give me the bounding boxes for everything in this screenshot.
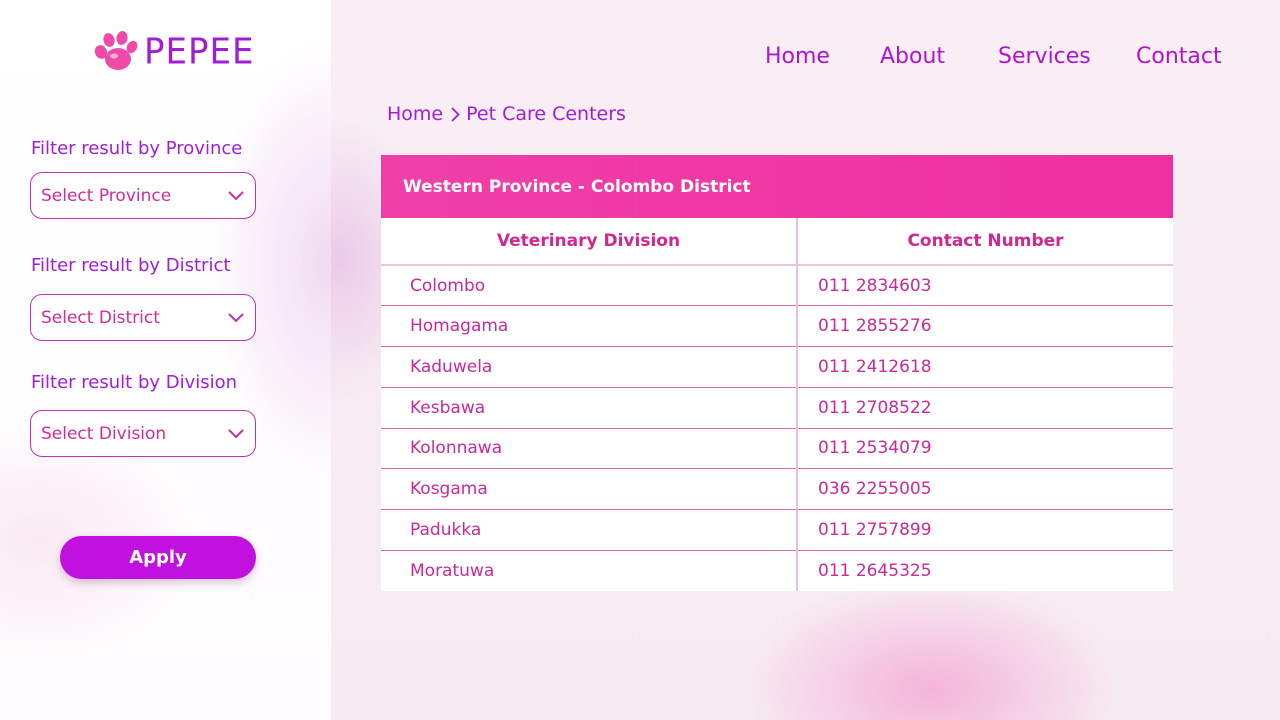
table-title: Western Province - Colombo District <box>381 155 1173 218</box>
table-header-row: Veterinary Division Contact Number <box>381 218 1173 266</box>
contact-number-cell: 011 2534079 <box>797 428 1173 470</box>
division-cell: Kosgama <box>381 468 798 510</box>
contact-number-cell: 011 2708522 <box>797 387 1173 429</box>
chevron-down-icon <box>227 309 245 327</box>
breadcrumb-home-link[interactable]: Home <box>387 103 443 125</box>
table-row: Kolonnawa 011 2534079 <box>381 428 1173 470</box>
contact-number-cell: 011 2757899 <box>797 509 1173 551</box>
contact-number-cell: 011 2834603 <box>797 265 1173 307</box>
contact-number-cell: 011 2412618 <box>797 346 1173 388</box>
brand-logo[interactable]: PEPEE <box>92 30 254 74</box>
district-filter-label: Filter result by District <box>31 255 231 276</box>
division-cell: Moratuwa <box>381 550 798 591</box>
breadcrumb-current: Pet Care Centers <box>466 103 626 125</box>
table-row: Kosgama 036 2255005 <box>381 468 1173 510</box>
breadcrumb: Home Pet Care Centers <box>387 103 626 125</box>
nav-contact-link[interactable]: Contact <box>1136 44 1222 69</box>
division-cell: Padukka <box>381 509 798 551</box>
division-cell: Kesbawa <box>381 387 798 429</box>
veterinary-table: Veterinary Division Contact Number Colom… <box>381 218 1173 591</box>
column-header-contact: Contact Number <box>797 218 1173 266</box>
division-cell: Colombo <box>381 265 798 307</box>
division-select-value: Select Division <box>41 423 167 444</box>
chevron-down-icon <box>227 187 245 205</box>
division-select[interactable]: Select Division <box>30 410 256 457</box>
chevron-down-icon <box>227 425 245 443</box>
apply-button[interactable]: Apply <box>60 536 256 579</box>
pet-care-centers-card: Western Province - Colombo District Vete… <box>381 155 1173 591</box>
contact-number-cell: 011 2645325 <box>818 560 932 581</box>
district-select[interactable]: Select District <box>30 294 256 341</box>
nav-about-link[interactable]: About <box>880 44 945 69</box>
filter-sidebar: PEPEE Filter result by Province Select P… <box>0 0 331 720</box>
division-cell: Homagama <box>381 305 798 347</box>
nav-services-link[interactable]: Services <box>998 44 1091 69</box>
chevron-right-icon <box>451 106 460 122</box>
contact-number-cell: 036 2255005 <box>797 468 1173 510</box>
column-header-division: Veterinary Division <box>381 218 798 266</box>
division-cell: Kaduwela <box>381 346 798 388</box>
paw-icon <box>94 31 138 70</box>
province-select-value: Select Province <box>41 185 172 206</box>
table-row: Kesbawa 011 2708522 <box>381 387 1173 429</box>
district-select-value: Select District <box>41 307 160 328</box>
nav-home-link[interactable]: Home <box>765 44 830 69</box>
division-cell: Kolonnawa <box>381 428 798 470</box>
province-select[interactable]: Select Province <box>30 172 256 219</box>
table-row: Moratuwa 011 2645325 <box>381 550 1173 591</box>
table-row: Padukka 011 2757899 <box>381 509 1173 551</box>
table-row: Kaduwela 011 2412618 <box>381 346 1173 388</box>
province-filter-label: Filter result by Province <box>31 138 243 159</box>
table-row: Colombo 011 2834603 <box>381 265 1173 307</box>
table-row: Homagama 011 2855276 <box>381 305 1173 347</box>
division-filter-label: Filter result by Division <box>31 372 238 393</box>
contact-number-cell: 011 2855276 <box>797 305 1173 347</box>
brand-name: PEPEE <box>144 31 255 73</box>
